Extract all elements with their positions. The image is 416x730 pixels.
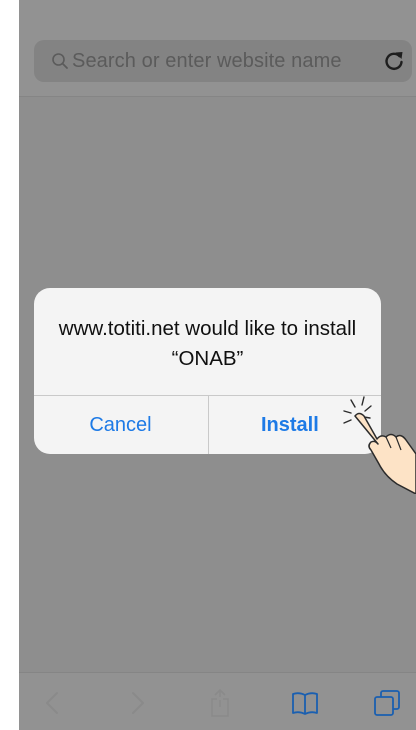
back-icon[interactable]	[37, 687, 69, 719]
reload-icon[interactable]	[382, 49, 406, 73]
address-bar[interactable]: Search or enter website name	[34, 40, 412, 82]
browser-bottom-toolbar	[19, 672, 416, 730]
bookmarks-icon[interactable]	[289, 687, 321, 719]
pointing-hand-icon	[343, 396, 416, 494]
forward-icon[interactable]	[121, 687, 153, 719]
alert-message: www.totiti.net would like to install “ON…	[58, 317, 357, 370]
install-alert-dialog: www.totiti.net would like to install “ON…	[34, 288, 381, 454]
share-icon[interactable]	[204, 687, 236, 719]
screenshot-stage: Search or enter website name www.totiti.…	[0, 0, 416, 730]
cancel-button[interactable]: Cancel	[34, 396, 207, 454]
browser-top-bar: Search or enter website name	[19, 0, 416, 97]
search-icon	[52, 53, 68, 69]
address-bar-placeholder: Search or enter website name	[72, 50, 342, 72]
tabs-icon[interactable]	[371, 687, 403, 719]
